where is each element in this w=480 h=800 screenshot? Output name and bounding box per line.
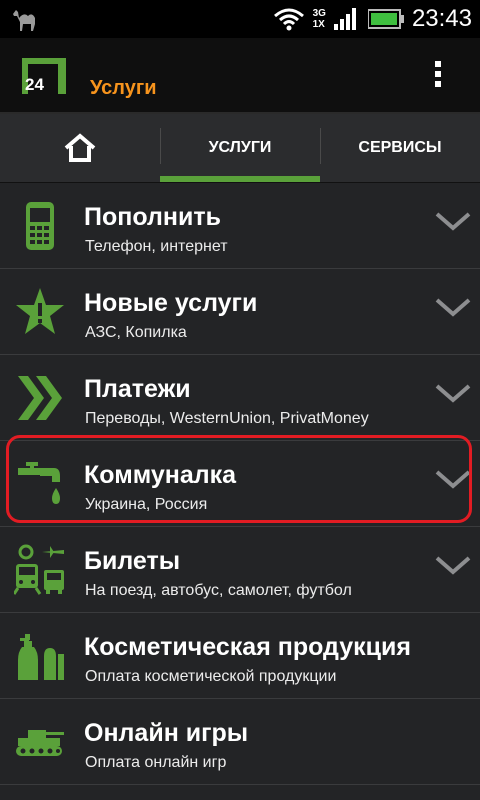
item-title: Билеты (84, 547, 181, 575)
battery-icon (367, 9, 404, 29)
chevrons-icon (18, 376, 62, 420)
clock: 23:43 (411, 5, 472, 32)
chevron-down-icon[interactable] (434, 295, 472, 319)
page-title: Услуги (90, 77, 157, 99)
home-icon (64, 133, 96, 162)
signal-icon (333, 8, 356, 30)
item-subtitle: Телефон, интернет (85, 238, 228, 255)
logo-text: 24 (25, 75, 44, 94)
cosmetics-icon (18, 634, 64, 680)
network-type-top: 3G (312, 8, 326, 19)
tab-servisy-label: СЕРВИСЫ (358, 139, 442, 156)
item-subtitle: Оплата косметической продукции (85, 668, 337, 685)
item-title: Пополнить (84, 203, 221, 231)
notification-camel-icon (10, 4, 40, 37)
network-type: 3G 1X (313, 8, 326, 30)
tab-selected-indicator (160, 176, 320, 182)
item-title: Онлайн игры (84, 719, 249, 747)
list-item-cosmetics[interactable]: Косметическая продукция Оплата косметиче… (0, 613, 480, 699)
item-subtitle: На поезд, автобус, самолет, футбол (85, 582, 352, 599)
tab-services[interactable]: УСЛУГИ (160, 114, 320, 182)
star-icon (16, 288, 64, 334)
chevron-down-icon[interactable] (434, 553, 472, 577)
chevron-down-icon[interactable] (434, 381, 472, 405)
list-item-online-games[interactable]: Онлайн игры Оплата онлайн игр (0, 699, 480, 785)
list-item-payments[interactable]: Платежи Переводы, WesternUnion, PrivatMo… (0, 355, 480, 441)
item-subtitle: Переводы, WesternUnion, PrivatMoney (85, 410, 369, 427)
tab-bar: УСЛУГИ СЕРВИСЫ (0, 114, 480, 183)
action-bar: 24 Услуги (0, 38, 480, 114)
network-type-bottom: 1X (312, 19, 325, 30)
item-subtitle: Оплата онлайн игр (85, 754, 227, 771)
item-title: Новые услуги (84, 289, 258, 317)
tab-services-label: УСЛУГИ (208, 139, 272, 156)
phone-icon (26, 202, 54, 250)
highlight-outline (6, 435, 472, 523)
tab-servisy[interactable]: СЕРВИСЫ (320, 114, 480, 182)
item-subtitle: АЗС, Копилка (85, 324, 187, 341)
tab-home[interactable] (0, 114, 160, 182)
status-bar: 3G 1X 23:43 (0, 0, 480, 38)
transport-icon (14, 544, 64, 595)
list-item-new-services[interactable]: Новые услуги АЗС, Копилка (0, 269, 480, 355)
chevron-down-icon[interactable] (434, 209, 472, 233)
item-title: Косметическая продукция (84, 633, 411, 661)
overflow-menu-icon[interactable] (430, 58, 446, 94)
list-item-popolnit[interactable]: Пополнить Телефон, интернет (0, 183, 480, 269)
app-logo[interactable]: 24 (22, 58, 66, 94)
list-item-tickets[interactable]: Билеты На поезд, автобус, самолет, футбо… (0, 527, 480, 613)
tank-icon (16, 730, 64, 756)
wifi-icon (273, 8, 304, 31)
item-title: Платежи (84, 375, 191, 403)
